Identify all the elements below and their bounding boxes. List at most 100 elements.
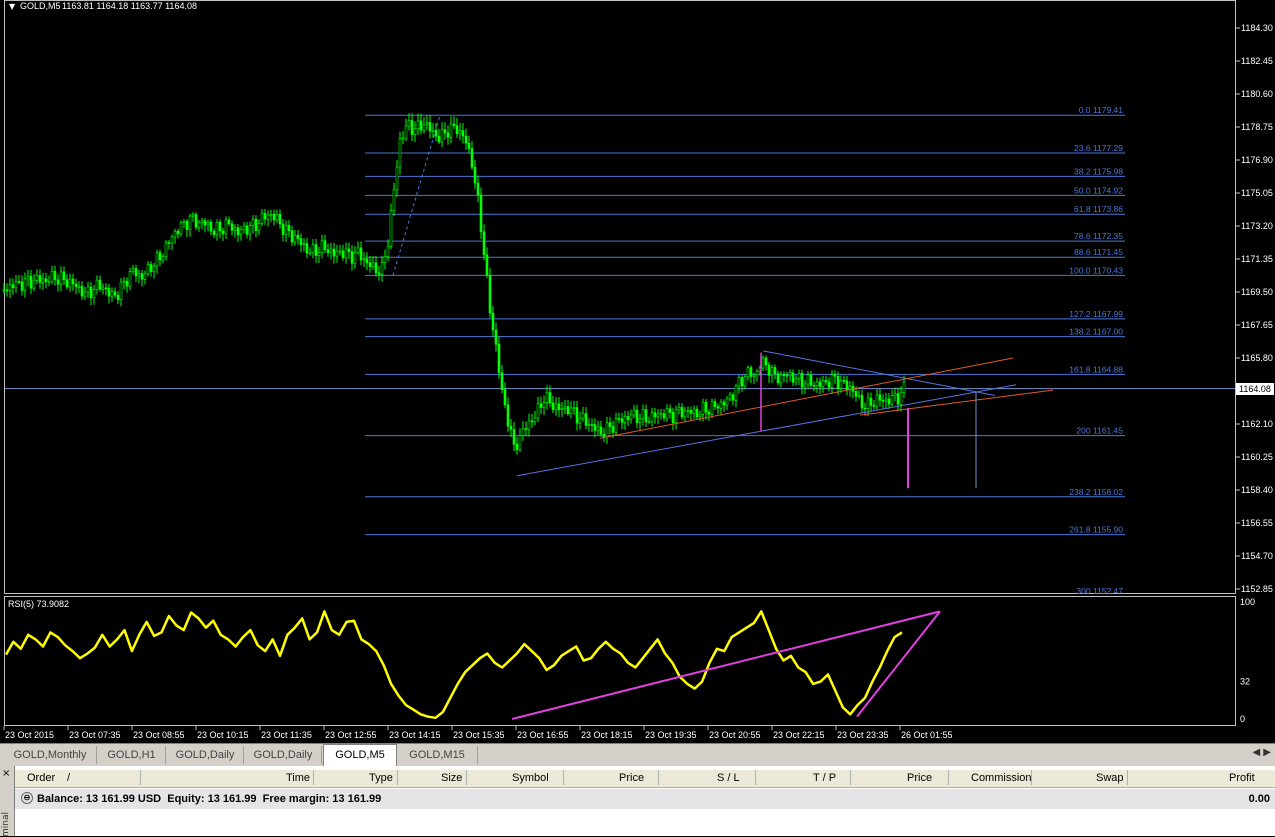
tab-gold-h1[interactable]: GOLD,H1 bbox=[98, 746, 166, 764]
candle-body bbox=[638, 418, 642, 423]
candle-body bbox=[656, 413, 660, 418]
candle-body bbox=[569, 407, 573, 415]
col-price-current[interactable]: Price bbox=[907, 772, 932, 784]
candle-body bbox=[125, 280, 129, 287]
candle-body bbox=[434, 129, 438, 137]
candle-body bbox=[83, 291, 87, 297]
candle-body bbox=[377, 272, 381, 275]
candle-body bbox=[203, 220, 207, 226]
col-sort-icon[interactable]: / bbox=[67, 772, 70, 784]
candle-body bbox=[386, 246, 390, 257]
candle-body bbox=[806, 374, 810, 385]
candle-body bbox=[77, 285, 81, 288]
price-tick-label: 1182.45 bbox=[1241, 56, 1273, 66]
price-tick-label: 1167.65 bbox=[1241, 320, 1273, 330]
candle-body bbox=[320, 240, 324, 253]
col-divider bbox=[948, 770, 949, 785]
candle-body bbox=[41, 278, 45, 283]
candle-body bbox=[245, 225, 249, 235]
time-tick-label: 23 Oct 11:35 bbox=[261, 730, 312, 740]
time-tick-label: 23 Oct 18:15 bbox=[581, 730, 633, 740]
candle-body bbox=[608, 422, 612, 427]
candle-body bbox=[881, 399, 885, 402]
candle-body bbox=[764, 357, 768, 366]
candle-body bbox=[476, 182, 480, 196]
candle-body bbox=[62, 271, 66, 280]
price-tick-label: 1152.85 bbox=[1241, 584, 1273, 594]
terminal-label: minal bbox=[1, 812, 11, 837]
col-order[interactable]: Order bbox=[27, 772, 55, 784]
candle-body bbox=[188, 215, 192, 230]
candle-body bbox=[8, 284, 12, 291]
candle-body bbox=[536, 403, 540, 419]
col-price[interactable]: Price bbox=[619, 772, 644, 784]
candle-body bbox=[113, 291, 117, 296]
candle-body bbox=[101, 287, 105, 290]
candle-body bbox=[158, 252, 162, 261]
rsi-level-label: 32 bbox=[1240, 677, 1250, 687]
rsi-label: RSI(5) 73.9082 bbox=[8, 599, 69, 609]
candle-body bbox=[554, 403, 558, 411]
candle-body bbox=[335, 250, 339, 257]
candle-body bbox=[662, 413, 666, 419]
candle-body bbox=[362, 258, 366, 261]
candle-body bbox=[767, 364, 771, 376]
col-commission[interactable]: Commission bbox=[971, 772, 1032, 784]
candle-body bbox=[95, 279, 99, 290]
col-swap[interactable]: Swap bbox=[1096, 772, 1124, 784]
candle-body bbox=[290, 230, 294, 243]
chart-area[interactable]: 0.0 1179.41 23.6 1177.29 38.2 1175.98 50.0 … bbox=[0, 0, 1275, 743]
price-tick-label: 1156.55 bbox=[1241, 518, 1273, 528]
candle-body bbox=[491, 312, 495, 331]
candle-body bbox=[461, 130, 465, 137]
candle-body bbox=[467, 142, 471, 149]
candle-body bbox=[239, 229, 243, 236]
col-tp[interactable]: T / P bbox=[813, 772, 836, 784]
candle-body bbox=[305, 243, 309, 254]
candle-body bbox=[380, 262, 384, 275]
col-sl[interactable]: S / L bbox=[717, 772, 740, 784]
candle-body bbox=[413, 128, 417, 135]
candle-body bbox=[455, 125, 459, 135]
candle-body bbox=[416, 120, 420, 129]
tab-gold-monthly[interactable]: GOLD,Monthly bbox=[4, 746, 97, 764]
candle-body bbox=[521, 428, 525, 436]
candle-body bbox=[227, 219, 231, 225]
tab-gold-m15[interactable]: GOLD,M15 bbox=[397, 746, 478, 764]
candle-body bbox=[26, 275, 30, 280]
tab-gold-daily[interactable]: GOLD,Daily bbox=[167, 746, 244, 764]
candle-body bbox=[296, 234, 300, 239]
price-tick-label: 1165.80 bbox=[1241, 353, 1273, 363]
col-time[interactable]: Time bbox=[286, 772, 310, 784]
balance-row[interactable]: ⊖ Balance: 13 161.99 USD Equity: 13 161.… bbox=[15, 789, 1275, 809]
tab-scroll-arrows-icon[interactable]: ◀ ▶ bbox=[1252, 747, 1271, 758]
candle-body bbox=[167, 242, 171, 244]
candle-body bbox=[383, 256, 387, 263]
candle-body bbox=[830, 374, 834, 388]
time-tick-label: 23 Oct 23:35 bbox=[837, 730, 889, 740]
candle-body bbox=[278, 214, 282, 225]
candle-body bbox=[470, 148, 474, 168]
candle-body bbox=[812, 385, 816, 387]
candle-body bbox=[59, 271, 63, 285]
candle-body bbox=[107, 287, 111, 297]
candle-body bbox=[209, 221, 213, 232]
candle-body bbox=[653, 412, 657, 418]
candle-body bbox=[692, 408, 696, 414]
col-profit[interactable]: Profit bbox=[1229, 772, 1255, 784]
col-type[interactable]: Type bbox=[369, 772, 393, 784]
close-icon[interactable]: × bbox=[2, 768, 10, 779]
candle-body bbox=[548, 392, 552, 404]
tab-gold-daily[interactable]: GOLD,Daily bbox=[245, 746, 322, 764]
candle-body bbox=[302, 243, 306, 246]
candle-body bbox=[356, 247, 360, 253]
col-symbol[interactable]: Symbol bbox=[512, 772, 549, 784]
collapse-arrow-icon[interactable]: ▼ bbox=[9, 2, 16, 11]
candle-body bbox=[860, 394, 864, 409]
candle-body bbox=[599, 426, 603, 435]
candle-body bbox=[659, 413, 663, 415]
col-size[interactable]: Size bbox=[441, 772, 462, 784]
candle-body bbox=[611, 426, 615, 433]
candle-body bbox=[782, 374, 786, 376]
tab-gold-m5[interactable]: GOLD,M5 bbox=[323, 744, 397, 766]
